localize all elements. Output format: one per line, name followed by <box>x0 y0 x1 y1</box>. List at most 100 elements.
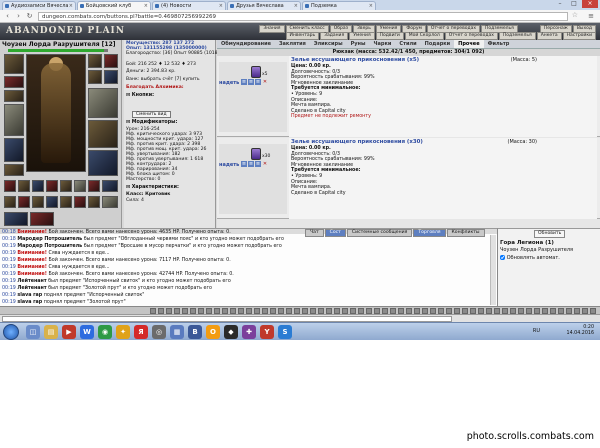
tab-close-icon[interactable]: × <box>369 2 373 10</box>
pet-slot[interactable] <box>4 212 28 226</box>
item-name[interactable]: Зелье иссушающего прикосновения (x5) <box>291 57 595 64</box>
change-view-button[interactable]: Сменить вид <box>132 111 171 118</box>
rune-slot[interactable] <box>88 180 100 192</box>
action-icon[interactable]: ≡ <box>255 161 261 167</box>
belt-item-slot[interactable] <box>88 196 100 208</box>
app-icon[interactable]: ◎ <box>152 325 166 339</box>
reload-icon[interactable]: ↻ <box>25 12 34 21</box>
belt-item-slot[interactable] <box>60 196 72 208</box>
browser-tab-1[interactable]: Аудиозаписи Вячесла × <box>2 1 76 10</box>
nav-bottom-item[interactable]: Умения <box>349 32 375 40</box>
bracer-slot[interactable] <box>88 54 102 68</box>
drop-icon[interactable]: ✕ <box>262 161 268 167</box>
back-icon[interactable]: ‹ <box>3 12 12 21</box>
rune-slot[interactable] <box>74 180 86 192</box>
yandex-icon[interactable]: Я <box>134 325 148 339</box>
equip-link[interactable]: надеть <box>219 80 239 86</box>
action-icon[interactable]: ≡ <box>248 79 254 85</box>
online-player[interactable]: Чоузен Лорда Разрушителя <box>500 247 598 254</box>
rune-slot[interactable] <box>4 180 16 192</box>
nav-bottom-item[interactable]: Задания <box>320 32 349 40</box>
address-bar[interactable]: dungeon.combats.com/buttons.pl?battle=0.… <box>38 12 568 21</box>
folder-icon[interactable]: ▤ <box>44 325 58 339</box>
armor-slot[interactable] <box>4 138 24 162</box>
rune-slot[interactable] <box>18 180 30 192</box>
explorer-icon[interactable]: ◫ <box>26 325 40 339</box>
chat-tab[interactable]: Сост <box>324 229 346 237</box>
shield-slot[interactable] <box>88 88 118 118</box>
skype-icon[interactable]: S <box>278 325 292 339</box>
tab-equipment[interactable]: Обмундирование <box>217 40 275 48</box>
tab-gifts[interactable]: Подарки <box>421 40 455 48</box>
nav-bottom-item[interactable]: Мой Скорлол <box>404 32 444 40</box>
browser-tab-5[interactable]: Подземка × <box>302 1 376 10</box>
input-language[interactable]: RU <box>533 328 540 334</box>
belt-item-slot[interactable] <box>74 196 86 208</box>
tab-elixirs[interactable]: Эликсиры <box>310 40 347 48</box>
nav-bottom-item[interactable]: Подвиги <box>375 32 404 40</box>
tab-filter[interactable]: Фильтр <box>484 40 514 48</box>
equip-link[interactable]: надеть <box>219 162 239 168</box>
vk-icon[interactable]: В <box>188 325 202 339</box>
minimize-button[interactable]: – <box>554 0 566 8</box>
pet-slot[interactable] <box>30 212 54 226</box>
item-name[interactable]: Зелье иссушающего прикосновения (x30) <box>291 139 595 146</box>
forward-icon[interactable]: › <box>14 12 23 21</box>
tab-charms[interactable]: Чарки <box>370 40 396 48</box>
boots-slot[interactable] <box>88 150 118 176</box>
start-button[interactable] <box>3 324 19 340</box>
nav-bottom-item[interactable]: Инвентарь <box>285 32 320 40</box>
auto-refresh-checkbox[interactable] <box>500 255 505 260</box>
bookmark-star-icon[interactable]: ☆ <box>572 11 578 19</box>
weapon-slot[interactable] <box>4 104 24 136</box>
character-avatar[interactable] <box>26 54 86 172</box>
nav-bottom-item[interactable]: Отчет о переводах <box>444 32 498 40</box>
potion-icon[interactable] <box>251 66 261 78</box>
tab-other[interactable]: Прочее <box>454 40 484 48</box>
rune-slot[interactable] <box>60 180 72 192</box>
gloves-slot[interactable] <box>88 120 118 148</box>
chrome-icon[interactable]: ◉ <box>98 325 112 339</box>
tab-close-icon[interactable]: × <box>294 2 298 10</box>
chars-section-toggle[interactable]: ⊟ Характеристики: <box>126 185 179 190</box>
nav-bottom-item[interactable]: Настройки <box>562 32 596 40</box>
buttons-section-toggle[interactable]: ⊟ Кнопки: <box>126 93 154 98</box>
chat-tab[interactable]: Чат <box>305 229 324 237</box>
earring-slot[interactable] <box>4 76 24 88</box>
app-icon[interactable]: ▦ <box>170 325 184 339</box>
tab-runes[interactable]: Руны <box>347 40 370 48</box>
ring-slot-1[interactable] <box>104 54 118 68</box>
browser-tab-3[interactable]: (4) Новости × <box>152 1 226 10</box>
chat-tab[interactable]: Торговля <box>413 229 446 237</box>
stat-line[interactable]: Ванк: выбрать счёт [7] купить <box>126 77 200 82</box>
nav-top-item[interactable]: Знания <box>259 25 285 33</box>
chat-tab[interactable]: Конфликты <box>446 229 485 237</box>
belt-item-slot[interactable] <box>32 196 44 208</box>
tab-close-icon[interactable]: × <box>144 2 148 10</box>
potion-icon[interactable] <box>251 148 261 160</box>
app-icon[interactable]: ✦ <box>116 325 130 339</box>
action-icon[interactable]: ≡ <box>255 79 261 85</box>
app-icon[interactable]: Y <box>260 325 274 339</box>
browser-tab-2[interactable]: Бойцовский клуб × <box>77 1 151 10</box>
window-close-button[interactable]: × <box>582 0 598 8</box>
action-icon[interactable]: ≡ <box>241 161 247 167</box>
system-clock[interactable]: 0:20 14.04.2016 <box>567 325 594 337</box>
chat-scrollbar[interactable] <box>490 235 496 305</box>
maximize-button[interactable]: □ <box>568 0 580 8</box>
rune-slot[interactable] <box>32 180 44 192</box>
media-icon[interactable]: ▶ <box>62 325 76 339</box>
app-icon[interactable]: ◆ <box>224 325 238 339</box>
ok-icon[interactable]: О <box>206 325 220 339</box>
rune-slot[interactable] <box>102 180 118 192</box>
chat-tab[interactable]: Системные сообщения <box>346 229 413 237</box>
ring-slot-3[interactable] <box>104 70 118 84</box>
tab-styles[interactable]: Стили <box>395 40 420 48</box>
refresh-button[interactable]: Обновить <box>534 230 566 238</box>
helmet-slot[interactable] <box>4 54 24 74</box>
app-icon[interactable]: ✚ <box>242 325 256 339</box>
browser-tab-4[interactable]: Друзья Вячеслава × <box>227 1 301 10</box>
amulet-slot[interactable] <box>4 90 24 102</box>
rune-slot[interactable] <box>46 180 58 192</box>
mods-section-toggle[interactable]: ⊟ Модификаторы: <box>126 120 177 125</box>
